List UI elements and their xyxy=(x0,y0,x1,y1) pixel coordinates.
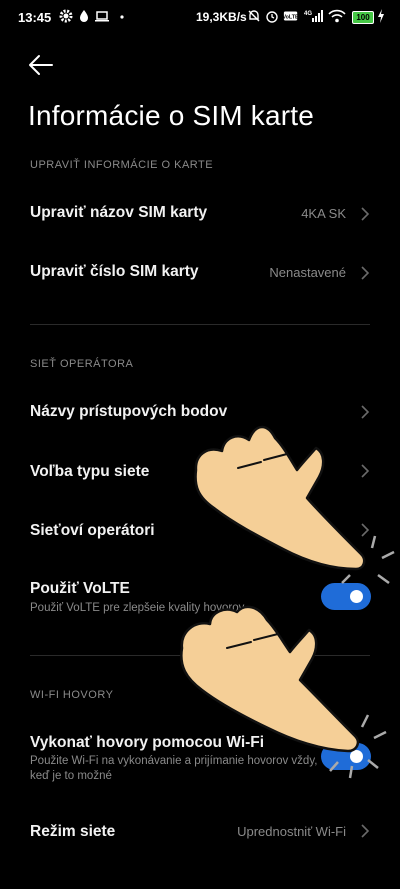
chevron-right-icon xyxy=(361,405,370,419)
battery-icon: 100 xyxy=(352,11,374,24)
volte-icon: VoLTE xyxy=(283,11,299,21)
toggle-knob xyxy=(350,750,363,763)
signal-4g-icon: 4G xyxy=(304,10,323,22)
toggle-knob xyxy=(350,590,363,603)
wifi-calling-label: Vykonať hovory pomocou Wi-Fi xyxy=(30,734,265,751)
mute-bell-icon xyxy=(248,10,260,22)
section-header-card-info: UPRAVIŤ INFORMÁCIE O KARTE xyxy=(30,159,214,171)
laptop-icon xyxy=(95,11,109,22)
wifi-calling-toggle[interactable] xyxy=(321,743,371,770)
page-title: Informácie o SIM karte xyxy=(28,100,315,131)
apn-label: Názvy prístupových bodov xyxy=(30,403,228,420)
chevron-right-icon xyxy=(361,266,370,280)
wifi-calling-row[interactable]: Vykonať hovory pomocou Wi-Fi Použite Wi-… xyxy=(0,725,400,789)
status-bar: 13:45 19,3KB/s VoLTE 4G 100 xyxy=(0,0,400,36)
svg-text:4G: 4G xyxy=(304,11,312,17)
network-operators-label: Sieťoví operátori xyxy=(30,522,155,539)
chevron-right-icon xyxy=(361,523,370,537)
chevron-right-icon xyxy=(361,824,370,838)
chevron-right-icon xyxy=(361,464,370,478)
network-type-label: Voľba typu siete xyxy=(30,463,150,480)
svg-text:VoLTE: VoLTE xyxy=(283,15,299,21)
back-arrow-icon xyxy=(29,55,53,75)
wifi-calling-description: Použite Wi-Fi na vykonávanie a prijímani… xyxy=(30,755,318,782)
chevron-right-icon xyxy=(361,207,370,221)
network-type-row[interactable]: Voľba typu siete xyxy=(0,442,400,500)
network-mode-label: Režim siete xyxy=(30,823,116,840)
status-speed: 19,3KB/s xyxy=(196,10,247,24)
water-drop-icon xyxy=(80,10,88,22)
alarm-icon xyxy=(266,11,278,23)
edit-sim-number-row[interactable]: Upraviť číslo SIM karty Nenastavené xyxy=(0,244,400,302)
edit-sim-number-value: Nenastavené xyxy=(269,265,346,280)
apn-row[interactable]: Názvy prístupových bodov xyxy=(0,383,400,441)
volte-row[interactable]: Použiť VoLTE Použiť VoLTE pre zlepšeie k… xyxy=(0,570,400,630)
network-operators-row[interactable]: Sieťoví operátori xyxy=(0,501,400,559)
volte-label: Použiť VoLTE xyxy=(30,580,130,597)
edit-sim-name-row[interactable]: Upraviť názov SIM karty 4KA SK xyxy=(0,185,400,243)
network-mode-value: Uprednostniť Wi-Fi xyxy=(237,824,346,839)
volte-toggle[interactable] xyxy=(321,583,371,610)
divider xyxy=(30,324,370,325)
divider xyxy=(30,655,370,656)
gear-icon xyxy=(59,9,73,23)
section-header-wifi-calls: WI-FI HOVORY xyxy=(30,689,114,701)
network-mode-row[interactable]: Režim siete Uprednostniť Wi-Fi xyxy=(0,801,400,859)
wifi-icon xyxy=(328,9,346,23)
charging-icon xyxy=(378,9,384,23)
volte-description: Použiť VoLTE pre zlepšeie kvality hovoro… xyxy=(30,602,245,614)
back-button[interactable] xyxy=(26,50,60,80)
edit-sim-name-label: Upraviť názov SIM karty xyxy=(30,204,208,221)
edit-sim-number-label: Upraviť číslo SIM karty xyxy=(30,263,199,280)
status-time: 13:45 xyxy=(18,10,52,25)
edit-sim-name-value: 4KA SK xyxy=(301,206,346,221)
dot-icon xyxy=(120,15,124,19)
section-header-operator: SIEŤ OPERÁTORA xyxy=(30,358,134,370)
